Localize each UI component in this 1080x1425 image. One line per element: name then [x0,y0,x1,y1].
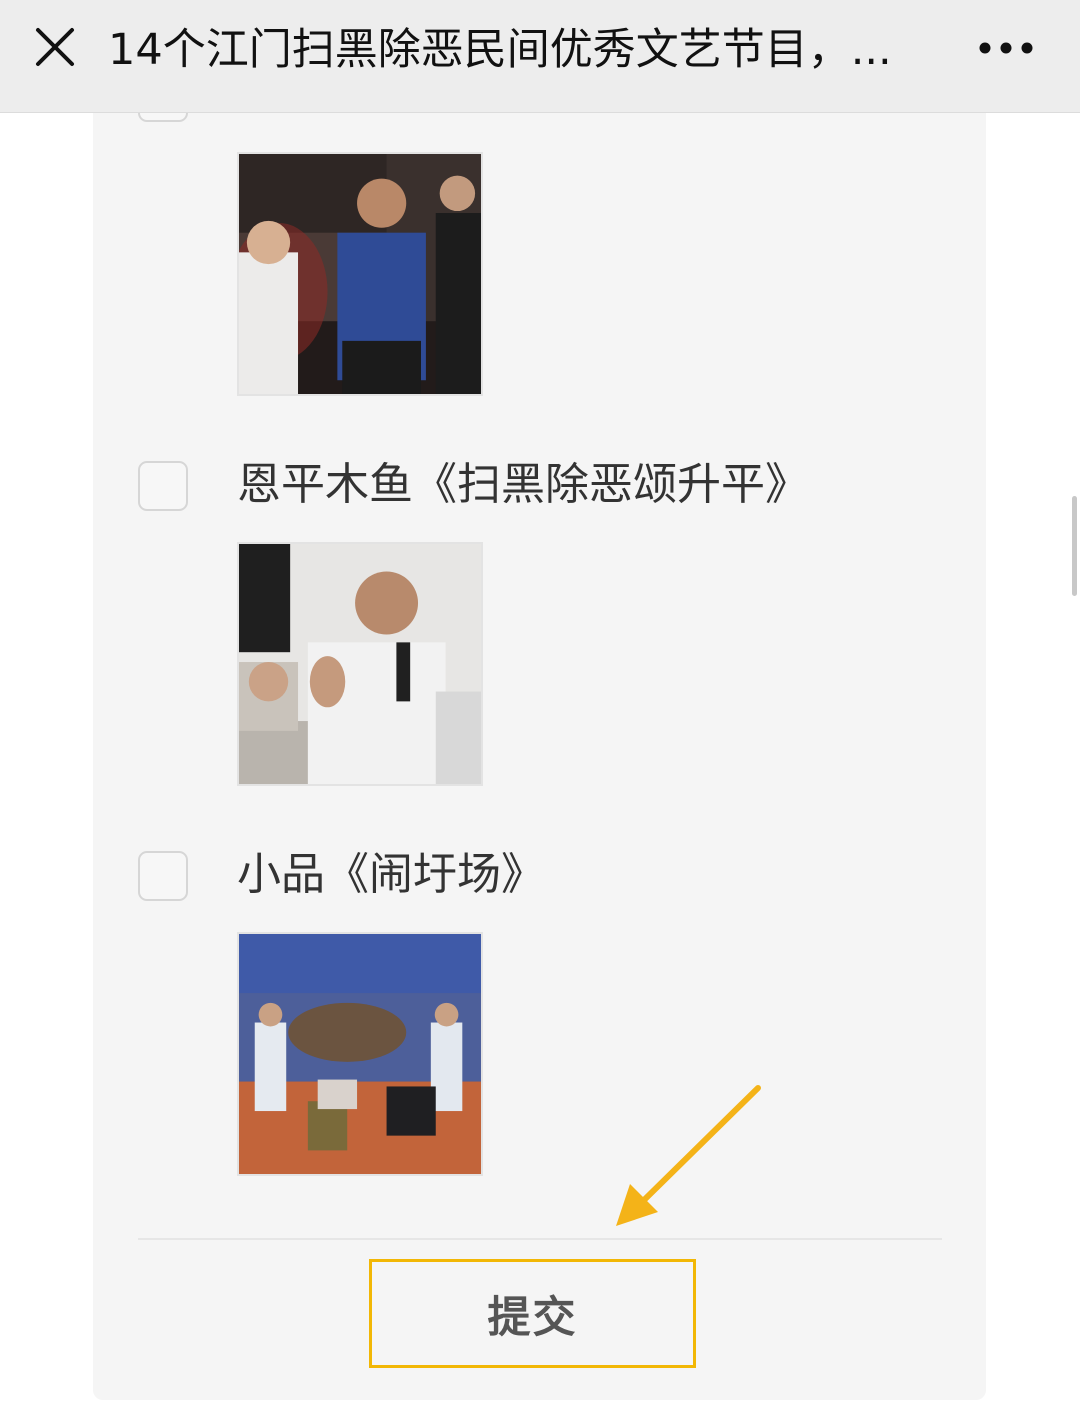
option-3-photo [237,932,483,1176]
vote-card [93,60,986,1400]
submit-button[interactable]: 提交 [369,1259,696,1368]
scrollbar[interactable] [1072,496,1077,596]
option-2-photo [237,542,483,786]
option-2-checkbox[interactable] [138,461,188,511]
close-button[interactable] [30,22,80,72]
option-1-photo [237,152,483,396]
page-title: 14个江门扫黑除恶民间优秀文艺节目，... [108,25,892,75]
page: 14个江门扫黑除恶民间优秀文艺节目，... 恩平木鱼《扫黑除恶颂升平》 小品《闹… [0,0,1080,1425]
more-button[interactable] [974,30,1038,66]
header-bar: 14个江门扫黑除恶民间优秀文艺节目，... [0,0,1080,113]
option-3-label: 小品《闹圩场》 [237,849,545,900]
divider [138,1238,942,1240]
more-icon [979,42,1033,54]
option-2-label: 恩平木鱼《扫黑除恶颂升平》 [237,459,809,510]
arrow-annotation [616,1085,761,1226]
option-3-checkbox[interactable] [138,851,188,901]
close-icon [36,28,74,66]
